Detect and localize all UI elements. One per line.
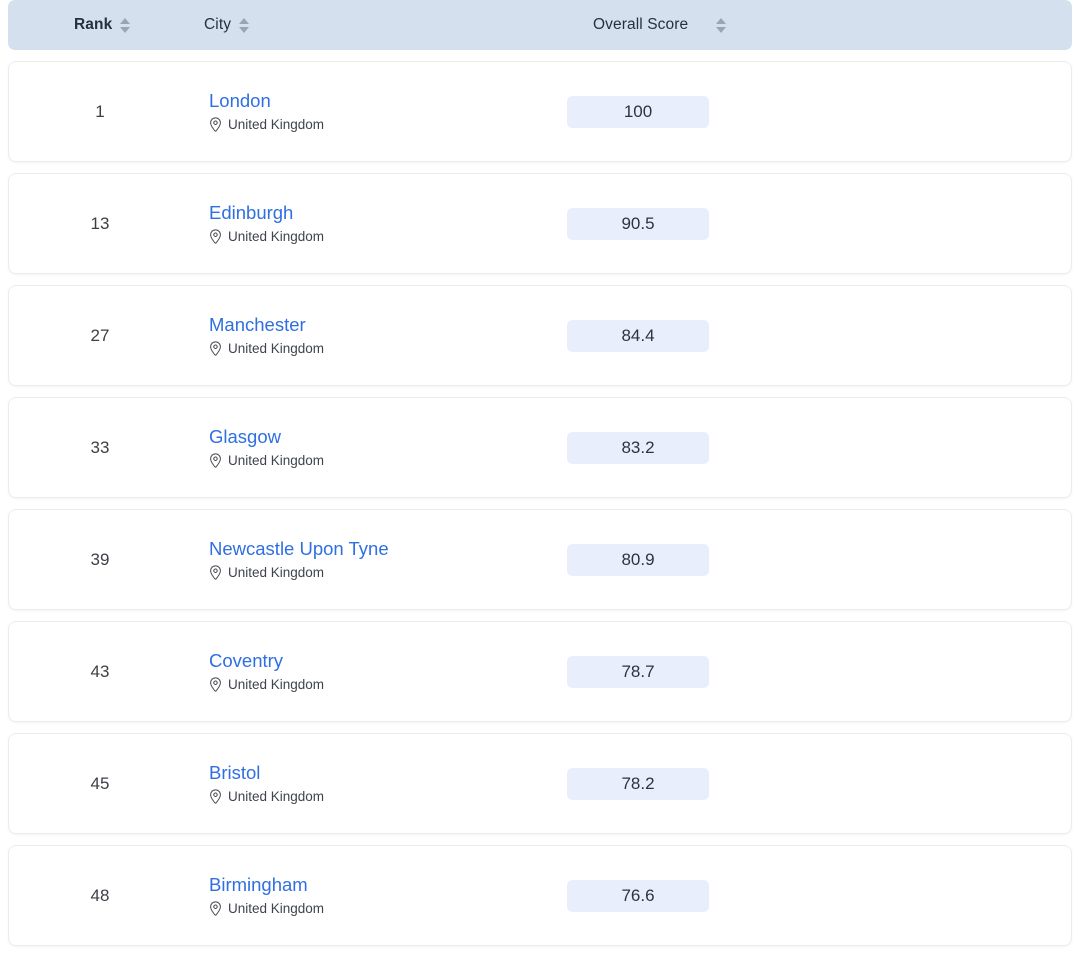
table-row[interactable]: 43 Coventry United Kingdom 78.7 (8, 621, 1072, 722)
sort-toggle-rank[interactable] (119, 18, 130, 33)
column-header-overall-score[interactable]: Overall Score (593, 0, 726, 50)
city-country-label: United Kingdom (228, 117, 324, 132)
location-pin-icon (209, 565, 222, 580)
location-pin-icon (209, 677, 222, 692)
table-row[interactable]: 33 Glasgow United Kingdom 83.2 (8, 397, 1072, 498)
cell-rank: 43 (55, 622, 145, 721)
table-row[interactable]: 1 London United Kingdom 100 (8, 61, 1072, 162)
cell-city: Edinburgh United Kingdom (209, 174, 324, 273)
city-link[interactable]: Coventry (209, 651, 324, 671)
cell-city: Bristol United Kingdom (209, 734, 324, 833)
city-country-label: United Kingdom (228, 677, 324, 692)
cell-rank: 1 (55, 62, 145, 161)
column-header-city-label: City (204, 16, 231, 34)
score-badge: 83.2 (567, 432, 709, 464)
city-link[interactable]: Newcastle Upon Tyne (209, 539, 389, 559)
city-country: United Kingdom (209, 901, 324, 916)
sort-ascending-icon (120, 18, 130, 24)
cell-rank: 39 (55, 510, 145, 609)
location-pin-icon (209, 229, 222, 244)
cell-city: Coventry United Kingdom (209, 622, 324, 721)
location-pin-icon (209, 117, 222, 132)
location-pin-icon (209, 453, 222, 468)
city-country-label: United Kingdom (228, 229, 324, 244)
cell-rank: 45 (55, 734, 145, 833)
column-header-rank[interactable]: Rank (74, 0, 130, 50)
table-row[interactable]: 48 Birmingham United Kingdom 76.6 (8, 845, 1072, 946)
city-link[interactable]: Glasgow (209, 427, 324, 447)
score-badge: 76.6 (567, 880, 709, 912)
cell-city: Glasgow United Kingdom (209, 398, 324, 497)
cell-rank: 13 (55, 174, 145, 273)
location-pin-icon (209, 341, 222, 356)
city-link[interactable]: Manchester (209, 315, 324, 335)
city-country: United Kingdom (209, 789, 324, 804)
city-country: United Kingdom (209, 565, 389, 580)
city-country: United Kingdom (209, 229, 324, 244)
cell-rank: 48 (55, 846, 145, 945)
sort-toggle-city[interactable] (238, 18, 249, 33)
score-badge: 78.7 (567, 656, 709, 688)
city-link[interactable]: Edinburgh (209, 203, 324, 223)
table-header-row: Rank City Overall Score (8, 0, 1072, 50)
location-pin-icon (209, 789, 222, 804)
score-badge: 84.4 (567, 320, 709, 352)
city-country-label: United Kingdom (228, 901, 324, 916)
city-link[interactable]: London (209, 91, 324, 111)
column-header-city[interactable]: City (204, 0, 249, 50)
table-row[interactable]: 39 Newcastle Upon Tyne United Kingdom 80… (8, 509, 1072, 610)
city-country: United Kingdom (209, 117, 324, 132)
table-row[interactable]: 27 Manchester United Kingdom 84.4 (8, 285, 1072, 386)
sort-descending-icon (716, 27, 726, 33)
cell-city: Newcastle Upon Tyne United Kingdom (209, 510, 389, 609)
city-country-label: United Kingdom (228, 565, 324, 580)
table-body: 1 London United Kingdom 100 13 Edinburgh… (4, 61, 1076, 946)
sort-ascending-icon (716, 18, 726, 24)
sort-descending-icon (239, 27, 249, 33)
city-country: United Kingdom (209, 341, 324, 356)
cell-city: London United Kingdom (209, 62, 324, 161)
cell-city: Manchester United Kingdom (209, 286, 324, 385)
sort-descending-icon (120, 27, 130, 33)
cell-city: Birmingham United Kingdom (209, 846, 324, 945)
city-link[interactable]: Bristol (209, 763, 324, 783)
column-header-rank-label: Rank (74, 16, 112, 34)
city-ranking-table: Rank City Overall Score 1 London (0, 0, 1080, 946)
city-country-label: United Kingdom (228, 341, 324, 356)
score-badge: 90.5 (567, 208, 709, 240)
sort-ascending-icon (239, 18, 249, 24)
city-country-label: United Kingdom (228, 789, 324, 804)
score-badge: 100 (567, 96, 709, 128)
score-badge: 80.9 (567, 544, 709, 576)
table-row[interactable]: 13 Edinburgh United Kingdom 90.5 (8, 173, 1072, 274)
city-country: United Kingdom (209, 677, 324, 692)
cell-rank: 33 (55, 398, 145, 497)
table-row[interactable]: 45 Bristol United Kingdom 78.2 (8, 733, 1072, 834)
sort-toggle-overall-score[interactable] (715, 18, 726, 33)
score-badge: 78.2 (567, 768, 709, 800)
location-pin-icon (209, 901, 222, 916)
column-header-overall-score-label: Overall Score (593, 16, 688, 34)
city-country: United Kingdom (209, 453, 324, 468)
city-link[interactable]: Birmingham (209, 875, 324, 895)
city-country-label: United Kingdom (228, 453, 324, 468)
cell-rank: 27 (55, 286, 145, 385)
